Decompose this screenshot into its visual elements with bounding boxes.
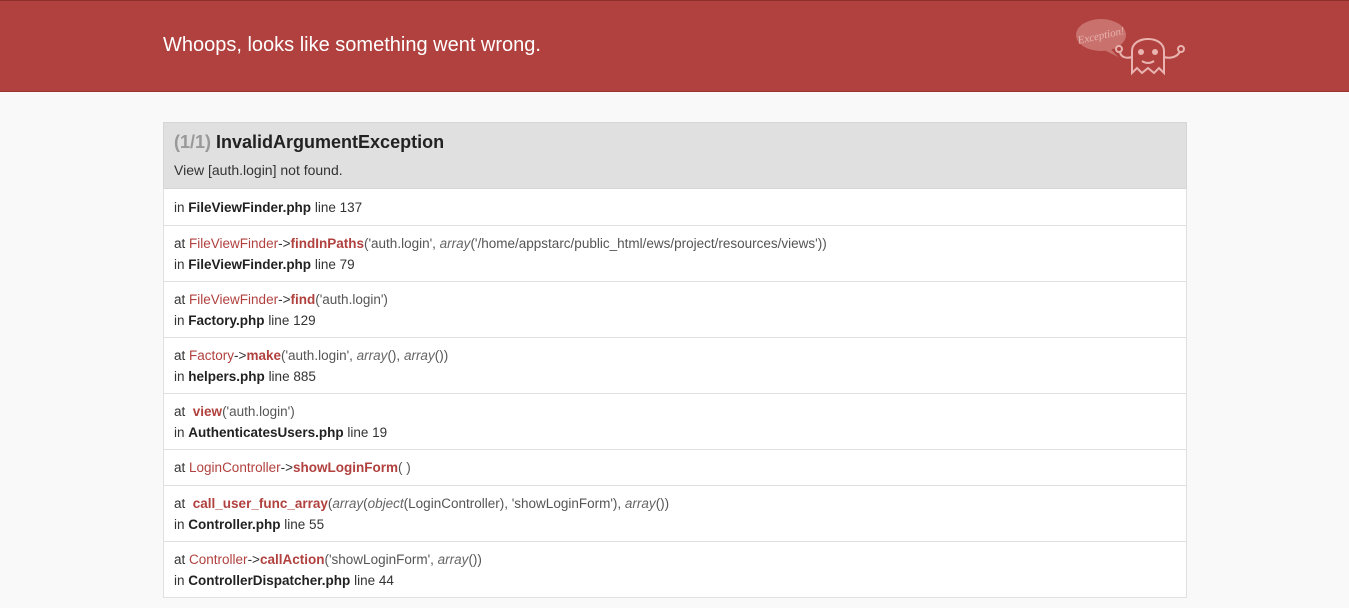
at-label: at — [174, 496, 186, 511]
frame-args-part: ()) — [468, 552, 482, 567]
whoops-ghost-logo-icon: Exception! — [1076, 19, 1185, 76]
frame-args-part: ()) — [655, 496, 670, 511]
at-label: at — [174, 292, 186, 307]
frame-args-part: ('/home/appstarc/public_html/ews/project… — [470, 236, 827, 251]
frame-args: ('auth.login') — [222, 404, 295, 419]
frame-file: Factory.php — [188, 313, 265, 328]
trace-frame: at LoginController->showLoginForm( ) — [164, 450, 1186, 486]
frame-file: AuthenticatesUsers.php — [188, 425, 344, 440]
frame-args: ('auth.login') — [315, 292, 388, 307]
at-label: at — [174, 460, 186, 475]
in-label: in — [174, 200, 185, 215]
exception-class: InvalidArgumentException — [216, 132, 445, 152]
in-label: in — [174, 573, 185, 588]
frame-arrow: -> — [280, 460, 293, 475]
frame-args-type: array — [356, 348, 388, 363]
frame-class: FileViewFinder — [189, 236, 279, 251]
frame-function: call_user_func_array — [192, 496, 328, 511]
frame-line: line 885 — [268, 369, 316, 384]
at-label: at — [174, 236, 186, 251]
stack-trace: in FileViewFinder.php line 137 at FileVi… — [163, 189, 1187, 598]
exception-container: (1/1) InvalidArgumentException View [aut… — [163, 122, 1187, 598]
frame-args-type: object — [367, 496, 404, 511]
frame-class: FileViewFinder — [189, 292, 279, 307]
at-label: at — [174, 552, 186, 567]
frame-arrow: -> — [247, 552, 260, 567]
frame-file: ControllerDispatcher.php — [188, 573, 351, 588]
frame-args: (array(object(LoginController), 'showLog… — [328, 496, 669, 511]
trace-frame: at Factory->make('auth.login', array(), … — [164, 338, 1186, 394]
frame-args-type: array — [437, 552, 469, 567]
frame-function: find — [290, 292, 316, 307]
trace-frame: at Controller->callAction('showLoginForm… — [164, 542, 1186, 598]
frame-args-part: (), — [387, 348, 404, 363]
frame-file: FileViewFinder.php — [188, 257, 312, 272]
exception-message: View [auth.login] not found. — [174, 162, 343, 178]
frame-line: line 129 — [268, 313, 316, 328]
frame-line: line 55 — [284, 517, 325, 532]
in-label: in — [174, 517, 185, 532]
trace-frame: at FileViewFinder->find('auth.login') in… — [164, 282, 1186, 338]
frame-args: ('showLoginForm', array()) — [324, 552, 481, 567]
frame-line: line 44 — [354, 573, 394, 588]
page-header: Whoops, looks like something went wrong.… — [0, 0, 1349, 92]
frame-line: line 19 — [347, 425, 388, 440]
frame-args: ('auth.login', array(), array()) — [281, 348, 448, 363]
trace-location: in FileViewFinder.php line 137 — [164, 189, 1186, 226]
at-label: at — [174, 404, 186, 419]
frame-arrow: -> — [278, 236, 291, 251]
frame-args-part: ('auth.login', — [363, 236, 440, 251]
frame-function: callAction — [259, 552, 325, 567]
in-label: in — [174, 425, 185, 440]
trace-file: FileViewFinder.php — [188, 200, 312, 215]
frame-file: Controller.php — [188, 517, 281, 532]
frame-function: view — [192, 404, 223, 419]
trace-frame: at call_user_func_array(array(object(Log… — [164, 486, 1186, 542]
trace-frame: at FileViewFinder->findInPaths('auth.log… — [164, 226, 1186, 282]
at-label: at — [174, 348, 186, 363]
frame-args: ( ) — [397, 460, 411, 475]
exception-title: (1/1) InvalidArgumentException — [174, 132, 1176, 153]
frame-class: Factory — [189, 348, 235, 363]
frame-function: showLoginForm — [292, 460, 398, 475]
frame-args-part: ('showLoginForm', — [324, 552, 438, 567]
frame-args-type: array — [624, 496, 656, 511]
in-label: in — [174, 369, 185, 384]
frame-line: line 79 — [314, 257, 355, 272]
trace-frame: at view('auth.login') in AuthenticatesUs… — [164, 394, 1186, 450]
frame-function: make — [246, 348, 281, 363]
in-label: in — [174, 257, 185, 272]
frame-args-part: ('auth.login', — [280, 348, 357, 363]
page-title: Whoops, looks like something went wrong. — [163, 34, 541, 56]
frame-file: helpers.php — [188, 369, 265, 384]
frame-args-part: (LoginController), 'showLoginForm'), — [403, 496, 625, 511]
frame-function: findInPaths — [290, 236, 364, 251]
in-label: in — [174, 313, 185, 328]
frame-args-part: ()) — [434, 348, 449, 363]
frame-args-type: array — [403, 348, 435, 363]
frame-args-type: array — [332, 496, 364, 511]
trace-line: line 137 — [314, 200, 363, 215]
frame-args: ('auth.login', array('/home/appstarc/pub… — [364, 236, 827, 251]
frame-arrow: -> — [278, 292, 291, 307]
frame-args-type: array — [439, 236, 471, 251]
frame-arrow: -> — [234, 348, 247, 363]
frame-class: LoginController — [189, 460, 281, 475]
exception-header: (1/1) InvalidArgumentException View [aut… — [163, 122, 1187, 189]
exception-count: (1/1) — [174, 132, 212, 152]
frame-class: Controller — [189, 552, 248, 567]
